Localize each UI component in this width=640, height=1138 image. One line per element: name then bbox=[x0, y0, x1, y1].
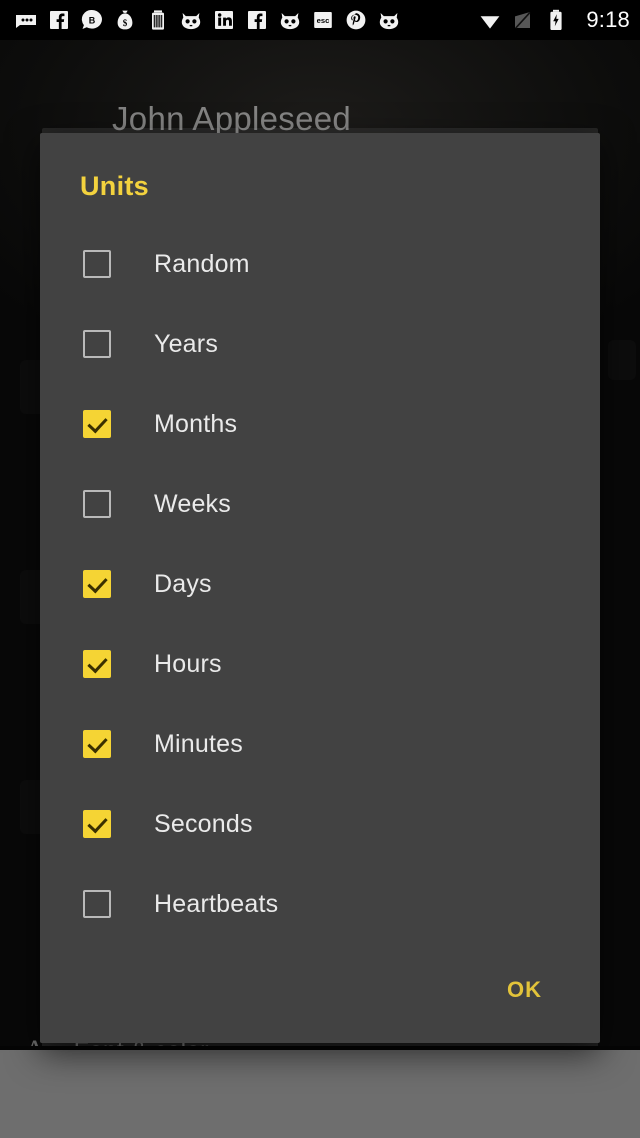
notification-icons: B $ esc bbox=[14, 8, 401, 32]
unit-row-months[interactable]: Months bbox=[40, 384, 600, 464]
unit-label-hours: Hours bbox=[154, 649, 222, 678]
unit-row-seconds[interactable]: Seconds bbox=[40, 784, 600, 864]
checkbox-seconds[interactable] bbox=[83, 810, 111, 838]
unit-row-years[interactable]: Years bbox=[40, 304, 600, 384]
unit-row-random[interactable]: Random bbox=[40, 224, 600, 304]
status-bar: B $ esc 9:18 bbox=[0, 0, 640, 40]
cat-app-icon bbox=[181, 13, 201, 30]
checkbox-heartbeats[interactable] bbox=[83, 890, 111, 918]
phone-screen: John Appleseed A Font & color B $ bbox=[0, 0, 640, 1138]
dialog-title: Units bbox=[80, 171, 149, 201]
unit-row-weeks[interactable]: Weeks bbox=[40, 464, 600, 544]
unit-row-heartbeats[interactable]: Heartbeats bbox=[40, 864, 600, 944]
checkbox-random[interactable] bbox=[83, 250, 111, 278]
unit-label-minutes: Minutes bbox=[154, 729, 243, 758]
svg-text:esc: esc bbox=[317, 16, 330, 25]
unit-label-seconds: Seconds bbox=[154, 809, 253, 838]
system-navigation-bar[interactable] bbox=[0, 1050, 640, 1138]
messages-icon bbox=[16, 15, 36, 28]
checkbox-minutes[interactable] bbox=[83, 730, 111, 758]
facebook-icon-2 bbox=[248, 11, 266, 29]
ok-button[interactable]: OK bbox=[497, 969, 552, 1011]
cat-app-icon-2 bbox=[280, 13, 300, 30]
esc-app-icon: esc bbox=[314, 12, 332, 28]
unit-label-days: Days bbox=[154, 569, 212, 598]
unit-label-months: Months bbox=[154, 409, 238, 438]
money-bag-icon: $ bbox=[117, 10, 133, 30]
unit-label-weeks: Weeks bbox=[154, 489, 231, 518]
unit-row-hours[interactable]: Hours bbox=[40, 624, 600, 704]
unit-row-days[interactable]: Days bbox=[40, 544, 600, 624]
checkbox-years[interactable] bbox=[83, 330, 111, 358]
signal-off-icon bbox=[515, 11, 531, 29]
navbar-top-edge bbox=[0, 1046, 640, 1050]
units-checkbox-list: Random Years Months Weeks Days Hours Minutes Se… bbox=[40, 224, 600, 967]
cat-app-icon-3 bbox=[379, 13, 399, 30]
unit-label-heartbeats: Heartbeats bbox=[154, 889, 279, 918]
unit-label-random: Random bbox=[154, 249, 250, 278]
linkedin-icon bbox=[215, 11, 233, 29]
bitcoin-chat-icon: B bbox=[81, 9, 102, 29]
dialog-actions: OK bbox=[40, 967, 600, 1043]
wifi-icon bbox=[480, 16, 500, 29]
checkbox-hours[interactable] bbox=[83, 650, 111, 678]
battery-app-icon bbox=[152, 10, 164, 30]
facebook-icon bbox=[50, 11, 68, 29]
svg-text:$: $ bbox=[123, 18, 128, 28]
pinterest-icon bbox=[346, 10, 366, 30]
status-bar-clock: 9:18 bbox=[586, 7, 630, 32]
checkbox-weeks[interactable] bbox=[83, 490, 111, 518]
unit-row-minutes[interactable]: Minutes bbox=[40, 704, 600, 784]
battery-charging-icon bbox=[550, 9, 562, 31]
svg-text:B: B bbox=[89, 15, 96, 25]
system-status-icons: 9:18 bbox=[478, 7, 630, 33]
units-dialog: Units Random Years Months Weeks Days Hours Min… bbox=[40, 133, 600, 1043]
checkbox-months[interactable] bbox=[83, 410, 111, 438]
checkbox-days[interactable] bbox=[83, 570, 111, 598]
unit-label-years: Years bbox=[154, 329, 219, 358]
